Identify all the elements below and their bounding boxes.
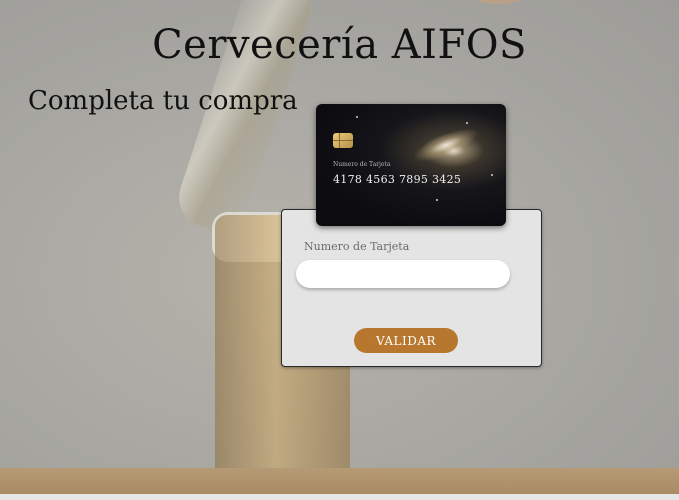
- bottom-strip: [0, 494, 679, 500]
- card-number-input[interactable]: [296, 260, 510, 288]
- card-number-caption: Numero de Tarjeta: [333, 161, 391, 168]
- card-number-label: Numero de Tarjeta: [304, 240, 410, 253]
- table-surface: [0, 468, 679, 496]
- card-star: [466, 122, 468, 124]
- card-number-display: 4178 4563 7895 3425: [333, 173, 462, 186]
- validate-button[interactable]: VALIDAR: [354, 328, 458, 353]
- page-subtitle: Completa tu compra: [28, 86, 298, 116]
- card-galaxy-image: [409, 121, 483, 169]
- page-title: Cervecería AIFOS: [152, 22, 527, 68]
- card-star: [436, 199, 438, 201]
- payment-form: Numero de Tarjeta VALIDAR: [281, 209, 542, 367]
- card-star: [491, 174, 493, 176]
- credit-card-preview: Numero de Tarjeta 4178 4563 7895 3425: [316, 104, 506, 226]
- card-star: [356, 116, 358, 118]
- card-chip-icon: [333, 133, 353, 148]
